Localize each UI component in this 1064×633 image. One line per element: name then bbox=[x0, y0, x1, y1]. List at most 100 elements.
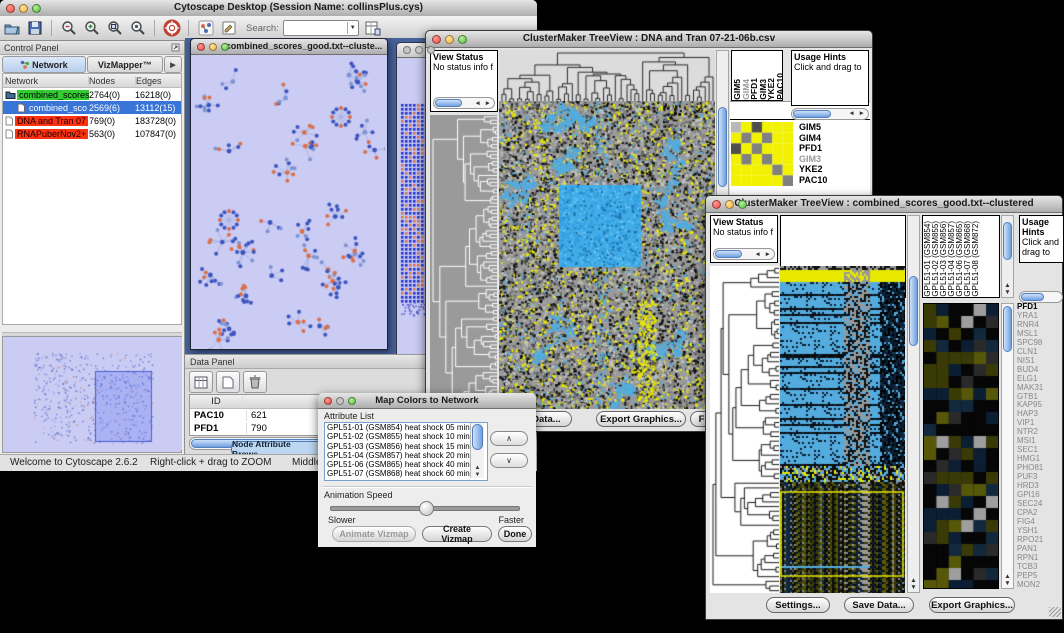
network-edges: 16218(0) bbox=[135, 90, 181, 100]
close-button[interactable] bbox=[197, 43, 205, 51]
minimize-button[interactable] bbox=[415, 46, 423, 54]
select-nodes-icon[interactable] bbox=[195, 18, 216, 38]
resize-grip[interactable] bbox=[1049, 607, 1061, 617]
minimize-button[interactable] bbox=[445, 35, 454, 44]
zoom-fit-icon[interactable] bbox=[104, 18, 125, 38]
column-labels-scrollbar[interactable]: ▲▼ bbox=[1001, 215, 1014, 298]
heatmap-vertical-scrollbar[interactable]: ▲▼ bbox=[907, 215, 920, 593]
attribute-list-item[interactable]: GPL51-03 (GSM856) heat shock 15 min bbox=[327, 442, 487, 451]
slider-thumb[interactable] bbox=[419, 501, 434, 516]
close-button[interactable] bbox=[432, 35, 441, 44]
attribute-list-label: Attribute List bbox=[324, 411, 374, 421]
search-input[interactable]: ▼ bbox=[283, 20, 359, 36]
close-button[interactable] bbox=[712, 200, 721, 209]
network-graph-canvas[interactable] bbox=[191, 55, 385, 349]
minimize-button[interactable] bbox=[336, 397, 344, 405]
usage-hints-scrollbar[interactable]: ◄ ► bbox=[791, 108, 869, 120]
done-button[interactable]: Done bbox=[498, 526, 532, 542]
close-button[interactable] bbox=[403, 46, 411, 54]
help-icon[interactable] bbox=[161, 18, 182, 38]
column-label[interactable]: GPL51-08 (GSM872) bbox=[972, 221, 980, 297]
network-row-combined-sco-selected[interactable]: combined_sco 2569(6) 13112(15) bbox=[3, 101, 181, 114]
attribute-browser-icon[interactable] bbox=[363, 18, 384, 38]
toolbar-separator bbox=[51, 20, 52, 36]
move-down-button[interactable]: ∨ bbox=[490, 453, 528, 468]
heatmap-canvas[interactable] bbox=[499, 101, 715, 409]
treeview-dna-title-bar[interactable]: ClusterMaker TreeView : DNA and Tran 07-… bbox=[426, 31, 872, 48]
gene-label[interactable]: PFD1 bbox=[799, 143, 865, 154]
minimize-button[interactable] bbox=[725, 200, 734, 209]
export-graphics-button[interactable]: Export Graphics... bbox=[596, 411, 686, 427]
column-nodes[interactable]: Nodes bbox=[89, 76, 136, 86]
gene-label[interactable]: YKE2 bbox=[799, 164, 865, 175]
main-title-bar[interactable]: Cytoscape Desktop (Session Name: collins… bbox=[0, 0, 537, 17]
zoom-window-button[interactable] bbox=[348, 397, 356, 405]
view-status-scrollbar[interactable]: ◄ ► bbox=[713, 248, 775, 260]
treeview-combined-title-bar[interactable]: ClusterMaker TreeView : combined_scores_… bbox=[706, 196, 1062, 213]
usage-hints-scrollbar[interactable] bbox=[1019, 291, 1063, 303]
move-up-button[interactable]: ∧ bbox=[490, 431, 528, 446]
annotation-icon[interactable] bbox=[218, 18, 239, 38]
zoom-window-button[interactable] bbox=[32, 4, 41, 13]
animation-speed-slider[interactable] bbox=[330, 506, 520, 511]
zoom-selected-icon[interactable] bbox=[127, 18, 148, 38]
row-dendrogram-canvas[interactable] bbox=[430, 115, 497, 409]
column-dendrogram-canvas[interactable] bbox=[500, 50, 715, 101]
close-button[interactable] bbox=[324, 397, 332, 405]
minimize-button[interactable] bbox=[209, 43, 217, 51]
attribute-list-item[interactable]: GPL51-01 (GSM854) heat shock 05 min bbox=[327, 423, 487, 432]
view-status-scrollbar[interactable]: ◄ ► bbox=[433, 97, 495, 109]
network-view-window[interactable]: combined_scores_good.txt--cluste... bbox=[190, 38, 388, 350]
heatmap-canvas[interactable] bbox=[780, 266, 905, 593]
zoomed-matrix-canvas[interactable] bbox=[731, 122, 793, 186]
network-row-dna-tran[interactable]: DNA and Tran 07 769(0) 183728(0) bbox=[3, 114, 181, 127]
network-view-title-bar[interactable]: combined_scores_good.txt--cluste... bbox=[191, 39, 387, 55]
map-dialog-title-bar[interactable]: Map Colors to Network bbox=[318, 393, 536, 409]
column-network[interactable]: Network bbox=[3, 76, 89, 86]
network-edges: 183728(0) bbox=[135, 116, 181, 126]
save-data-button[interactable]: Save Data... bbox=[844, 597, 914, 613]
gene-label[interactable]: MON2 bbox=[1017, 581, 1063, 589]
attribute-list-item[interactable]: GPL51-06 (GSM865) heat shock 40 min bbox=[327, 460, 487, 469]
attribute-list-scrollbar[interactable]: ▲▼ bbox=[470, 423, 484, 478]
zoom-window-button[interactable] bbox=[427, 46, 435, 54]
column-edges[interactable]: Edges bbox=[136, 76, 181, 86]
network-row-combined-scores[interactable]: combined_scores 2764(0) 16218(0) bbox=[3, 88, 181, 101]
zoom-window-button[interactable] bbox=[738, 200, 747, 209]
zoom-window-button[interactable] bbox=[221, 43, 229, 51]
animate-vizmap-button[interactable]: Animate Vizmap bbox=[332, 526, 416, 542]
network-overview-panel[interactable] bbox=[2, 336, 182, 453]
select-attributes-icon[interactable] bbox=[189, 371, 213, 393]
row-dendrogram-canvas[interactable] bbox=[710, 266, 779, 593]
zoomed-heatmap-canvas[interactable] bbox=[923, 303, 999, 589]
gene-label[interactable]: GIM5 bbox=[799, 122, 865, 133]
gene-label[interactable]: GIM3 bbox=[799, 154, 865, 165]
search-label: Search: bbox=[246, 23, 279, 34]
float-panel-icon[interactable] bbox=[171, 43, 180, 52]
create-vizmap-button[interactable]: Create Vizmap bbox=[422, 526, 492, 542]
attribute-list-item[interactable]: GPL51-02 (GSM855) heat shock 10 min bbox=[327, 432, 487, 441]
zoom-window-button[interactable] bbox=[458, 35, 467, 44]
delete-attribute-icon[interactable] bbox=[243, 371, 267, 393]
zoom-in-icon[interactable] bbox=[81, 18, 102, 38]
close-button[interactable] bbox=[6, 4, 15, 13]
search-dropdown-icon[interactable]: ▼ bbox=[347, 22, 358, 34]
save-icon[interactable] bbox=[24, 18, 45, 38]
zoom-out-icon[interactable] bbox=[58, 18, 79, 38]
column-id[interactable]: ID bbox=[190, 396, 243, 407]
open-file-icon[interactable] bbox=[1, 18, 22, 38]
gene-label[interactable]: PAC10 bbox=[799, 175, 865, 186]
attribute-list-item[interactable]: GPL51-07 (GSM868) heat shock 60 min bbox=[327, 469, 487, 478]
create-attribute-icon[interactable] bbox=[216, 371, 240, 393]
export-graphics-button[interactable]: Export Graphics... bbox=[929, 597, 1015, 613]
settings-button[interactable]: Settings... bbox=[766, 597, 830, 613]
tab-vizmapper[interactable]: VizMapper™ bbox=[87, 56, 163, 73]
gene-label[interactable]: GIM4 bbox=[799, 133, 865, 144]
column-label[interactable]: PAC10 bbox=[776, 73, 784, 100]
row-labels-scrollbar[interactable]: ▲▼ bbox=[1001, 303, 1014, 589]
attribute-list-item[interactable]: GPL51-04 (GSM857) heat shock 20 min bbox=[327, 451, 487, 460]
tab-overflow-arrow-icon[interactable]: ▶ bbox=[164, 56, 182, 73]
minimize-button[interactable] bbox=[19, 4, 28, 13]
tab-network[interactable]: Network bbox=[2, 56, 86, 73]
network-row-rnapubernov2[interactable]: RNAPuberNov2+ 563(0) 107847(0) bbox=[3, 127, 181, 140]
